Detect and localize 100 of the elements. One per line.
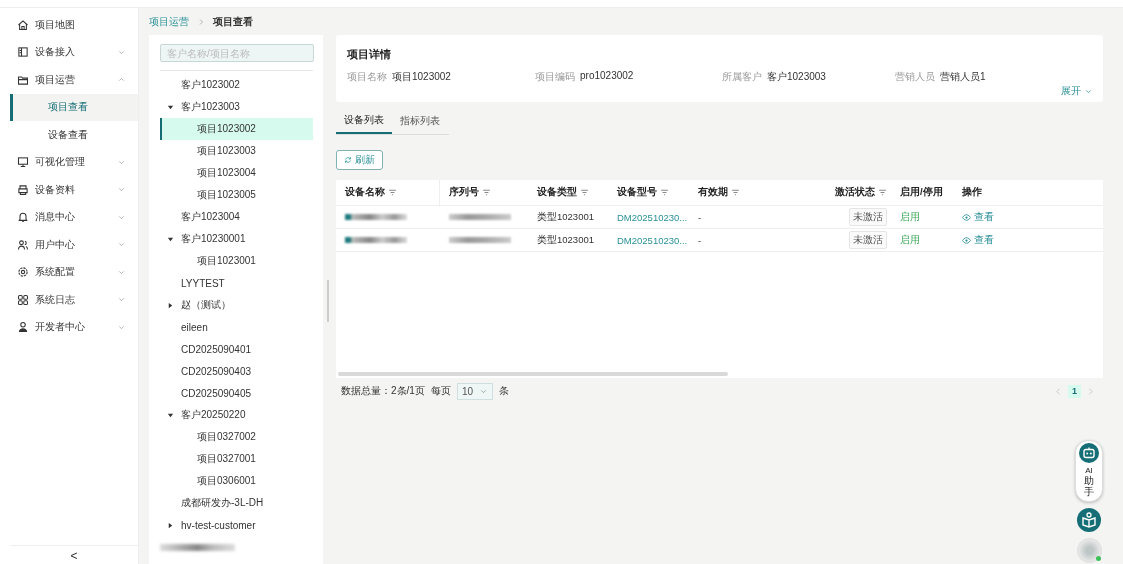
column-header: 启用/停用 <box>899 185 944 199</box>
nav-item[interactable]: 可视化管理 <box>0 148 138 176</box>
tree-node[interactable]: 成都研发办-3L-DH <box>160 492 313 514</box>
scrollbar[interactable] <box>338 372 728 376</box>
table-cell-text: - <box>697 233 703 248</box>
blurred-text <box>449 237 511 243</box>
tree-node[interactable]: eileen <box>160 316 313 338</box>
blurred-text <box>345 214 407 220</box>
refresh-icon <box>344 156 352 164</box>
nav-item[interactable]: 消息中心 <box>0 203 138 231</box>
filter-icon <box>878 188 887 197</box>
column-header[interactable]: 有效期 <box>689 180 821 205</box>
monitor-icon <box>17 156 29 169</box>
caret-right-icon <box>166 521 174 529</box>
caret-right-icon <box>166 301 174 309</box>
expand-link[interactable]: 展开 <box>1061 84 1093 98</box>
tree-node[interactable]: CD2025090405 <box>160 382 313 404</box>
avatar[interactable] <box>1076 538 1102 563</box>
nav-item[interactable]: 开发者中心 <box>0 313 138 341</box>
nav-item[interactable]: 设备资料 <box>0 176 138 204</box>
collapse-button[interactable]: < <box>66 548 82 563</box>
prev-page-icon <box>1054 386 1063 396</box>
tree-node[interactable]: 项目1023005 <box>160 184 313 206</box>
tab[interactable]: 设备列表 <box>336 112 392 134</box>
users-icon <box>17 238 29 251</box>
nav-item[interactable]: 设备接入 <box>0 38 138 66</box>
panel-icon <box>17 46 29 59</box>
filter-icon <box>660 188 669 197</box>
chevron-right-icon <box>197 17 205 26</box>
tree-node[interactable]: 客户1023004 <box>160 206 313 228</box>
column-header[interactable]: 设备类型 <box>528 180 608 205</box>
model-link[interactable]: DM202510230... <box>617 211 688 223</box>
bell-icon <box>17 211 29 224</box>
field-value: 项目1023002 <box>392 70 451 84</box>
nav-item[interactable]: 系统日志 <box>0 286 138 314</box>
view-link[interactable]: 查看 <box>962 210 994 224</box>
column-header: 操作 <box>961 185 983 199</box>
tree-node[interactable]: 项目0327001 <box>160 448 313 470</box>
tree-node[interactable]: CD2025090403 <box>160 360 313 382</box>
gear-icon <box>17 266 29 279</box>
home-icon <box>17 18 29 31</box>
field-label: 营销人员 <box>895 70 935 84</box>
unit-label: 条 <box>499 384 510 398</box>
view-link[interactable]: 查看 <box>962 233 994 247</box>
page-size-select[interactable]: 10 <box>456 382 494 400</box>
column-header[interactable]: 设备型号 <box>608 180 689 205</box>
tree-node[interactable]: 项目1023004 <box>160 162 313 184</box>
nav-item[interactable]: 用户中心 <box>0 231 138 259</box>
column-header[interactable]: 序列号 <box>440 180 528 205</box>
filter-icon <box>388 188 397 197</box>
filter-icon <box>482 188 491 197</box>
status-text: 启用 <box>900 210 920 224</box>
tree-node[interactable]: 项目1023003 <box>160 140 313 162</box>
field-label: 项目名称 <box>347 70 387 84</box>
tree-node[interactable]: 客户10230001 <box>160 228 313 250</box>
caret-down-icon <box>166 103 174 111</box>
blurred-text <box>345 237 407 243</box>
column-header[interactable]: 设备名称 <box>336 180 440 205</box>
status-tag: 未激活 <box>849 208 887 226</box>
tree-node[interactable]: 项目1023002 <box>160 118 313 140</box>
book-button-icon <box>1077 508 1101 532</box>
tree-node[interactable]: 客户1023003 <box>160 96 313 118</box>
page-button[interactable]: 1 <box>1068 384 1081 398</box>
nav-item[interactable]: 项目地图 <box>0 11 138 39</box>
ai-assistant-button[interactable]: AI 助手 <box>1075 440 1103 502</box>
nav-item[interactable]: 项目运营 <box>0 66 138 94</box>
nav-subitem[interactable]: 设备查看 <box>10 121 138 149</box>
card-title: 项目详情 <box>347 47 392 62</box>
tree-node[interactable]: 赵（测试） <box>160 294 313 316</box>
status-text: 启用 <box>900 233 920 247</box>
table-cell-text: - <box>697 210 703 225</box>
refresh-button[interactable]: 刷新 <box>336 150 383 170</box>
tab[interactable]: 指标列表 <box>392 112 448 134</box>
tree-node[interactable]: 项目0306001 <box>160 470 313 492</box>
breadcrumb-item[interactable]: 项目运营 <box>149 14 189 29</box>
person-icon <box>17 321 29 334</box>
breadcrumb-item: 项目查看 <box>213 14 253 29</box>
column-header[interactable]: 激活状态 <box>821 180 891 205</box>
next-page-icon <box>1086 386 1095 396</box>
tree-node[interactable]: hv-test-customer <box>160 514 313 536</box>
eye-icon <box>962 212 971 222</box>
nav-item[interactable]: 系统配置 <box>0 258 138 286</box>
scrollbar[interactable] <box>327 280 329 322</box>
tree-node[interactable]: CD2025090401 <box>160 338 313 360</box>
nav-subitem[interactable]: 项目查看 <box>10 93 138 121</box>
folder-icon <box>17 73 29 86</box>
status-tag: 未激活 <box>849 231 887 249</box>
printer-icon <box>17 183 29 196</box>
model-link[interactable]: DM202510230... <box>617 234 688 246</box>
caret-down-icon <box>166 411 174 419</box>
tree-node[interactable]: 客户20250220 <box>160 404 313 426</box>
tree-node[interactable]: 客户1023002 <box>160 74 313 96</box>
tree-node[interactable]: 项目1023001 <box>160 250 313 272</box>
tree-node[interactable]: LYYTEST <box>160 272 313 294</box>
grid-icon <box>17 293 29 306</box>
tree-node[interactable]: 项目0327002 <box>160 426 313 448</box>
field-label: 项目编码 <box>535 70 575 84</box>
field-value: 营销人员1 <box>940 70 986 84</box>
total-count: 数据总量：2条/1页 <box>341 384 425 398</box>
field-value: pro1023002 <box>580 70 634 83</box>
